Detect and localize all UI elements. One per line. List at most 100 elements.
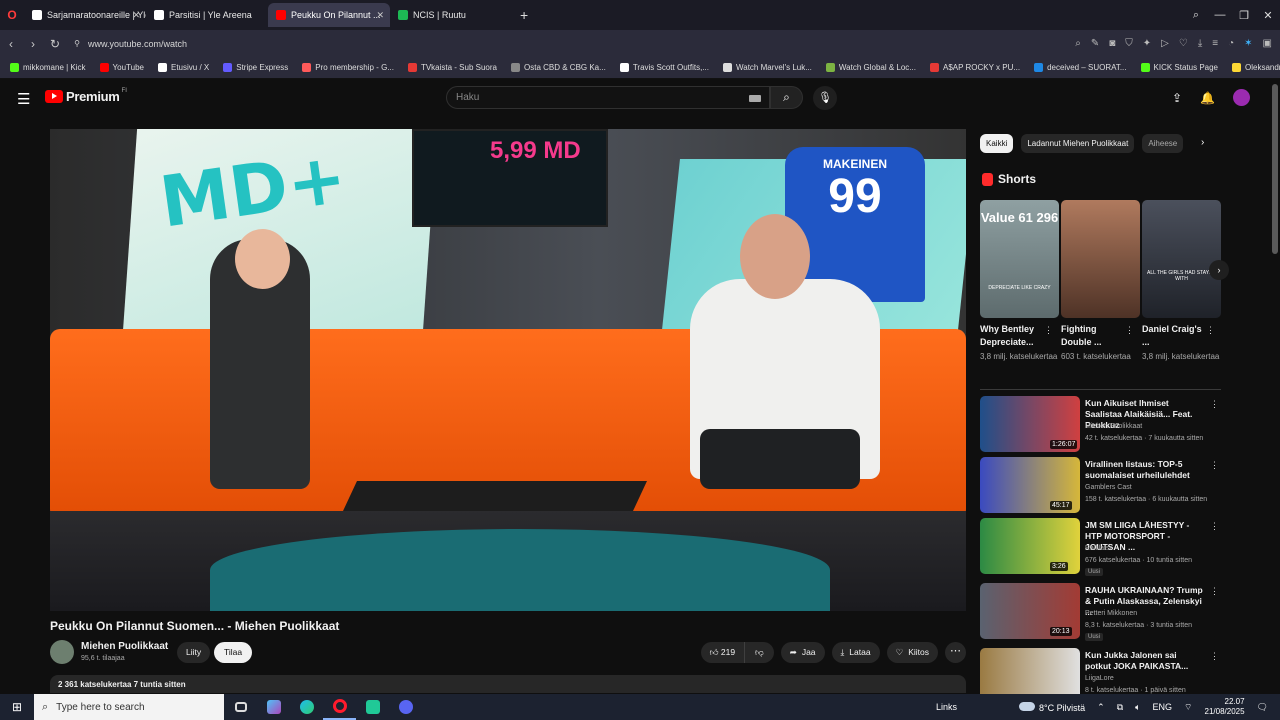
bookmark[interactable]: deceived – SUORAT...: [1034, 63, 1127, 72]
shorts-next-button[interactable]: ›: [1209, 260, 1229, 280]
search-page-icon[interactable]: ⌕: [1075, 38, 1081, 49]
tab-3-active[interactable]: Peukku On Pilannut ... ✕: [268, 3, 390, 27]
notifications-icon[interactable]: 🗨: [1257, 702, 1268, 713]
volume-icon[interactable]: 🔈︎: [1135, 702, 1140, 713]
channel-name[interactable]: LiigaLore: [1085, 675, 1114, 682]
aria-icon[interactable]: ✶: [1244, 38, 1252, 49]
bookmark[interactable]: Osta CBD & CBG Ka...: [511, 63, 606, 72]
recommended-video[interactable]: 20:13 RAUHA UKRAINAAN? Trump & Putin Ala…: [980, 583, 1221, 641]
close-icon[interactable]: ✕: [132, 10, 140, 21]
recommended-video[interactable]: Kun Jukka Jalonen sai potkut JOKA PAIKAS…: [980, 648, 1221, 694]
site-info-icon[interactable]: ⚲: [66, 39, 88, 48]
video-title[interactable]: Virallinen listaus: TOP-5 suomalaiset ur…: [1085, 459, 1203, 481]
wallet-icon[interactable]: ▣: [1263, 38, 1272, 49]
more-vert-icon[interactable]: ⋮: [1206, 325, 1215, 336]
description-box[interactable]: 2 361 katselukertaa 7 tuntia sitten: [50, 675, 966, 693]
short-item[interactable]: Value 61 296 DEPRECIATE LIKE CRAZY Why B…: [980, 200, 1059, 363]
subscribe-button[interactable]: Tilaa: [214, 642, 253, 663]
channel-avatar[interactable]: [50, 640, 74, 664]
short-title[interactable]: Daniel Craig's ...: [1142, 323, 1206, 349]
wifi-icon[interactable]: ⌔: [1184, 702, 1192, 713]
short-item[interactable]: ALL THE GIRLS HAD STAYED WITH Daniel Cra…: [1142, 200, 1221, 363]
weather-widget[interactable]: 8°C Pilvistä: [1019, 701, 1085, 713]
profile-icon[interactable]: ◔: [1228, 38, 1234, 49]
account-avatar[interactable]: [1233, 89, 1250, 106]
menu-icon[interactable]: ≡: [1212, 38, 1218, 49]
bookmark[interactable]: Watch Global & Loc...: [825, 63, 916, 72]
recommended-video[interactable]: 45:17 Virallinen listaus: TOP-5 suomalai…: [980, 457, 1221, 513]
minimize-icon[interactable]: —: [1208, 9, 1232, 21]
cast-icon[interactable]: ▷: [1161, 38, 1169, 49]
taskbar-search-input[interactable]: ⌕ Type here to search: [34, 694, 224, 720]
channel-name[interactable]: Miehen Puolikkaat: [1085, 423, 1142, 430]
short-title[interactable]: Why Bentley Depreciate...: [980, 323, 1044, 349]
heart-icon[interactable]: ♡: [1179, 38, 1188, 49]
chip-related[interactable]: Aiheese: [1142, 134, 1184, 153]
close-window-icon[interactable]: ✕: [1256, 9, 1280, 22]
youtube-premium-logo[interactable]: Premium FI: [45, 88, 127, 104]
video-player[interactable]: MD+ 5,99 MD MAKEINEN 99: [50, 129, 966, 611]
search-tabs-icon[interactable]: ⌕: [1184, 9, 1208, 22]
bookmark[interactable]: Oleksandr Usyk vs D...: [1232, 63, 1280, 72]
channel-name[interactable]: Miehen Puolikkaat: [81, 641, 168, 652]
back-icon[interactable]: ‹: [0, 37, 22, 51]
bookmark[interactable]: Travis Scott Outfits,...: [619, 63, 709, 72]
camera-icon[interactable]: ◙: [1109, 38, 1115, 49]
voice-search-button[interactable]: 🎙: [813, 86, 837, 110]
video-thumbnail[interactable]: [980, 648, 1080, 694]
discord-icon[interactable]: [389, 694, 422, 720]
extension-icon[interactable]: ✦: [1143, 38, 1151, 49]
thanks-button[interactable]: ♡ Kiitos: [886, 642, 938, 663]
tab-2[interactable]: Parsitisi | Yle Areena: [146, 3, 268, 27]
recommended-video[interactable]: 1:26:07 Kun Aikuiset Ihmiset Saalistaa A…: [980, 396, 1221, 452]
clock[interactable]: 22.07 21/08/2025: [1205, 697, 1245, 717]
more-vert-icon[interactable]: ⋮: [1210, 651, 1219, 662]
channel-name[interactable]: Rallilatsi: [1085, 545, 1111, 552]
chevron-up-icon[interactable]: ⌃: [1097, 702, 1105, 713]
search-button[interactable]: ⌕: [770, 86, 803, 109]
url-field[interactable]: www.youtube.com/watch: [88, 39, 187, 49]
short-thumbnail[interactable]: [1061, 200, 1140, 318]
copilot-icon[interactable]: [257, 694, 290, 720]
opera-logo-icon[interactable]: O: [0, 8, 24, 22]
bookmark[interactable]: Pro membership - G...: [302, 63, 394, 72]
bookmark[interactable]: mikkomane | Kick: [10, 63, 86, 72]
bookmark[interactable]: TVkaista - Sub Suora: [407, 63, 497, 72]
download-button[interactable]: ⤓ Lataa: [831, 642, 880, 663]
more-actions-button[interactable]: ⋯: [945, 642, 966, 663]
bookmark[interactable]: Watch Marvel's Luk...: [722, 63, 812, 72]
more-vert-icon[interactable]: ⋮: [1125, 325, 1134, 336]
chevron-right-icon[interactable]: ›: [1201, 137, 1204, 148]
task-view-icon[interactable]: [224, 694, 257, 720]
new-tab-button[interactable]: +: [520, 7, 528, 23]
like-button[interactable]: 👍︎ 219: [710, 642, 746, 663]
channel-name[interactable]: Gamblers Cast: [1085, 484, 1132, 491]
tab-1[interactable]: Sarjamaratoonareille | Yle...✕: [24, 3, 146, 27]
bookmark[interactable]: YouTube: [99, 63, 144, 72]
windows-start-icon[interactable]: ⊞: [0, 700, 34, 714]
share-button[interactable]: ➦ Jaa: [780, 642, 825, 663]
links-toolbar[interactable]: Links: [936, 702, 957, 712]
shield-icon[interactable]: ⛉: [1125, 38, 1133, 49]
keyboard-icon[interactable]: [749, 95, 761, 102]
menu-icon[interactable]: ☰: [17, 90, 30, 108]
bookmark[interactable]: KICK Status Page: [1140, 63, 1218, 72]
tab-4[interactable]: NCIS | Ruutu: [390, 3, 512, 27]
more-vert-icon[interactable]: ⋮: [1210, 521, 1219, 532]
more-vert-icon[interactable]: ⋮: [1210, 460, 1219, 471]
edge-icon[interactable]: [290, 694, 323, 720]
edit-icon[interactable]: ✎: [1091, 38, 1099, 49]
reload-icon[interactable]: ↻: [44, 37, 66, 51]
bookmark[interactable]: Etusivu / X: [157, 63, 209, 72]
chip-all[interactable]: Kaikki: [980, 134, 1014, 153]
channel-name[interactable]: Petteri Mikkonen: [1085, 610, 1137, 617]
app-green-icon[interactable]: [356, 694, 389, 720]
opera-taskbar-icon[interactable]: [323, 694, 356, 720]
more-vert-icon[interactable]: ⋮: [1210, 399, 1219, 410]
language-indicator[interactable]: ENG: [1153, 702, 1173, 712]
forward-icon[interactable]: ›: [22, 37, 44, 51]
page-scrollbar[interactable]: [1272, 84, 1278, 254]
recommended-video[interactable]: 3:26 JM SM LIIGA LÄHESTYY - HTP MOTORSPO…: [980, 518, 1221, 576]
upload-icon[interactable]: ⇪: [1172, 91, 1182, 105]
close-icon[interactable]: ✕: [376, 10, 384, 21]
